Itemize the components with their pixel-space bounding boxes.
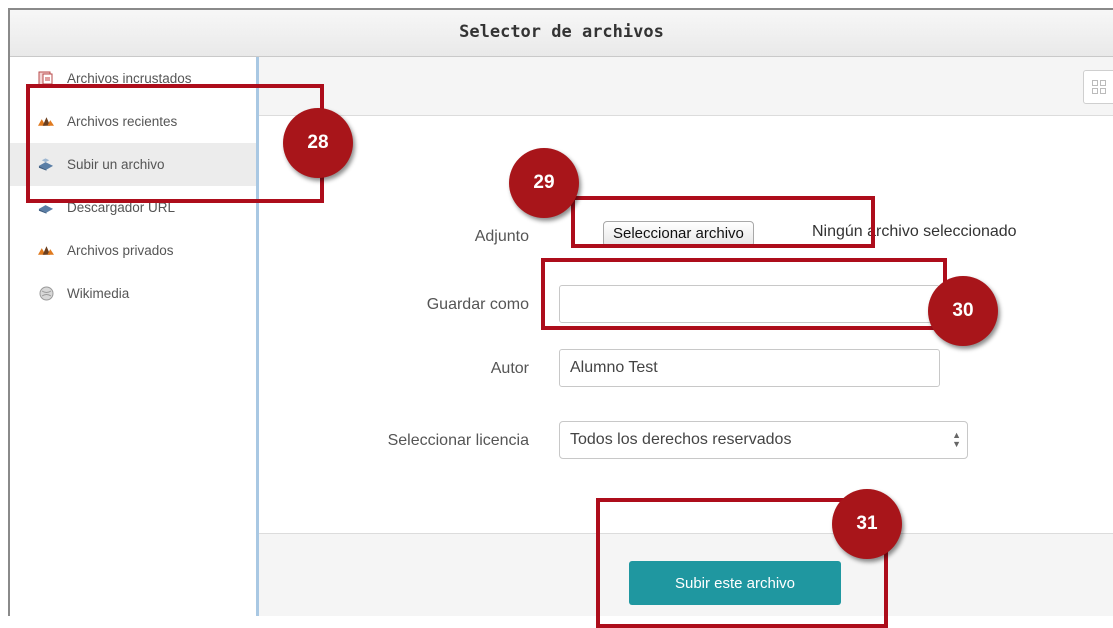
sidebar-item-wikimedia[interactable]: Wikimedia	[10, 272, 256, 315]
url-download-icon	[38, 201, 54, 215]
sidebar-item-url-downloader[interactable]: Descargador URL	[10, 186, 256, 229]
sidebar-item-label: Wikimedia	[67, 286, 130, 301]
sidebar-item-label: Subir un archivo	[67, 157, 165, 172]
author-label: Autor	[490, 360, 529, 377]
window-title: Selector de archivos	[10, 10, 1113, 57]
wikimedia-icon	[38, 286, 54, 301]
sidebar-item-embedded-files[interactable]: Archivos incrustados	[10, 57, 256, 100]
sidebar-item-label: Descargador URL	[67, 200, 176, 215]
toolbar	[259, 57, 1113, 116]
license-selected-value: Todos los derechos reservados	[570, 431, 792, 448]
grid-view-button[interactable]	[1083, 70, 1113, 104]
sidebar-item-recent-files[interactable]: Archivos recientes	[10, 100, 256, 143]
sidebar-item-private-files[interactable]: Archivos privados	[10, 229, 256, 272]
recent-files-icon	[38, 115, 54, 129]
save-as-input[interactable]	[559, 285, 940, 323]
grid-view-icon	[1092, 80, 1106, 99]
license-select[interactable]: Todos los derechos reservados ▲ ▼	[559, 421, 968, 459]
sidebar-item-label: Archivos incrustados	[67, 71, 192, 86]
repository-sidebar: Archivos incrustados Archivos recientes …	[10, 57, 259, 616]
author-input[interactable]	[559, 349, 940, 387]
save-as-label: Guardar como	[426, 296, 529, 313]
upload-file-button[interactable]: Subir este archivo	[629, 561, 841, 605]
select-arrows-icon: ▲ ▼	[952, 430, 961, 449]
annotation-badge-30: 30	[928, 276, 998, 346]
footer-bar: Subir este archivo	[259, 533, 1113, 616]
upload-icon	[38, 158, 54, 172]
annotation-badge-29: 29	[509, 148, 579, 218]
sidebar-item-upload-file[interactable]: Subir un archivo	[10, 143, 256, 186]
sidebar-item-label: Archivos recientes	[67, 114, 178, 129]
annotation-badge-31: 31	[832, 489, 902, 559]
file-status-text: Ningún archivo seleccionado	[812, 223, 1017, 240]
license-label: Seleccionar licencia	[387, 432, 529, 449]
annotation-badge-28: 28	[283, 108, 353, 178]
attachment-label: Adjunto	[474, 228, 529, 245]
choose-file-button[interactable]: Seleccionar archivo	[603, 221, 754, 247]
sidebar-item-label: Archivos privados	[67, 243, 174, 258]
private-files-icon	[38, 244, 54, 258]
embedded-files-icon	[38, 71, 54, 86]
